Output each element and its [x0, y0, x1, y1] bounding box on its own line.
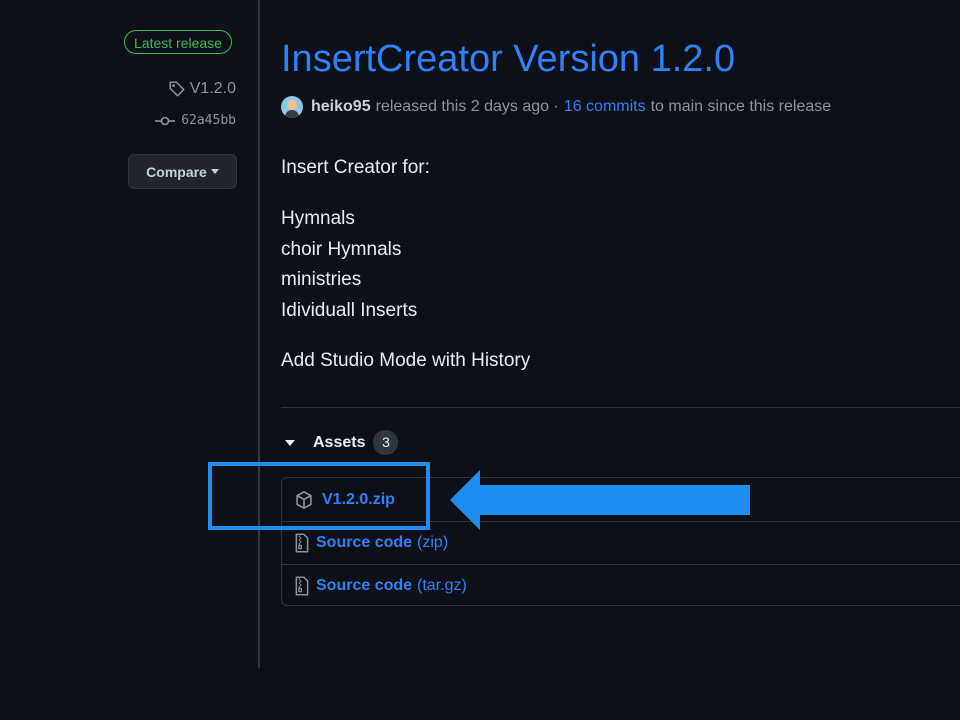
release-note: Add Studio Mode with History — [281, 350, 531, 371]
triangle-down-icon — [285, 439, 295, 446]
tag-icon — [169, 81, 185, 97]
release-intro: Insert Creator for: — [281, 157, 430, 178]
released-text: released this 2 days ago · — [375, 98, 559, 115]
release-commit-link[interactable]: 62a45bb — [155, 113, 236, 128]
compare-button[interactable]: Compare — [128, 154, 237, 189]
release-byline: heiko95 released this 2 days ago · 16 co… — [281, 96, 831, 118]
release-tag-label: V1.2.0 — [189, 80, 236, 97]
file-zip-icon — [295, 533, 309, 553]
release-item: choir Hymnals — [281, 239, 402, 260]
author-link[interactable]: heiko95 — [311, 98, 371, 116]
asset-link[interactable]: Source code — [316, 534, 412, 552]
annotation-arrow-icon — [450, 470, 750, 530]
release-item: Idividuall Inserts — [281, 300, 418, 321]
compare-button-label: Compare — [146, 163, 207, 180]
assets-count-badge: 3 — [373, 430, 399, 455]
release-item: Hymnals — [281, 208, 355, 229]
asset-link[interactable]: Source code — [316, 577, 412, 595]
git-commit-icon — [155, 116, 176, 125]
asset-format: (zip) — [417, 534, 449, 551]
caret-down-icon — [210, 169, 219, 174]
commits-suffix: to main since this release — [650, 98, 832, 115]
commit-hash: 62a45bb — [181, 113, 236, 128]
asset-format: (tar.gz) — [417, 577, 467, 594]
author-avatar[interactable] — [281, 96, 303, 118]
release-page: Latest release V1.2.0 62a45bb Compare In… — [0, 0, 960, 720]
commits-link[interactable]: 16 commits — [564, 98, 646, 116]
release-meta-sidebar: Latest release V1.2.0 62a45bb Compare — [0, 0, 258, 720]
annotation-highlight-box — [208, 462, 430, 530]
file-zip-icon — [295, 576, 309, 596]
release-tag-link[interactable]: V1.2.0 — [168, 80, 236, 98]
release-title[interactable]: InsertCreator Version 1.2.0 — [281, 38, 735, 81]
column-divider — [258, 0, 260, 668]
release-item: ministries — [281, 269, 362, 290]
assets-heading: Assets — [313, 433, 366, 451]
assets-toggle[interactable]: Assets 3 — [285, 430, 399, 455]
latest-release-badge: Latest release — [124, 30, 232, 54]
asset-row[interactable]: Source code (tar.gz) — [282, 564, 960, 607]
section-divider — [281, 407, 960, 408]
